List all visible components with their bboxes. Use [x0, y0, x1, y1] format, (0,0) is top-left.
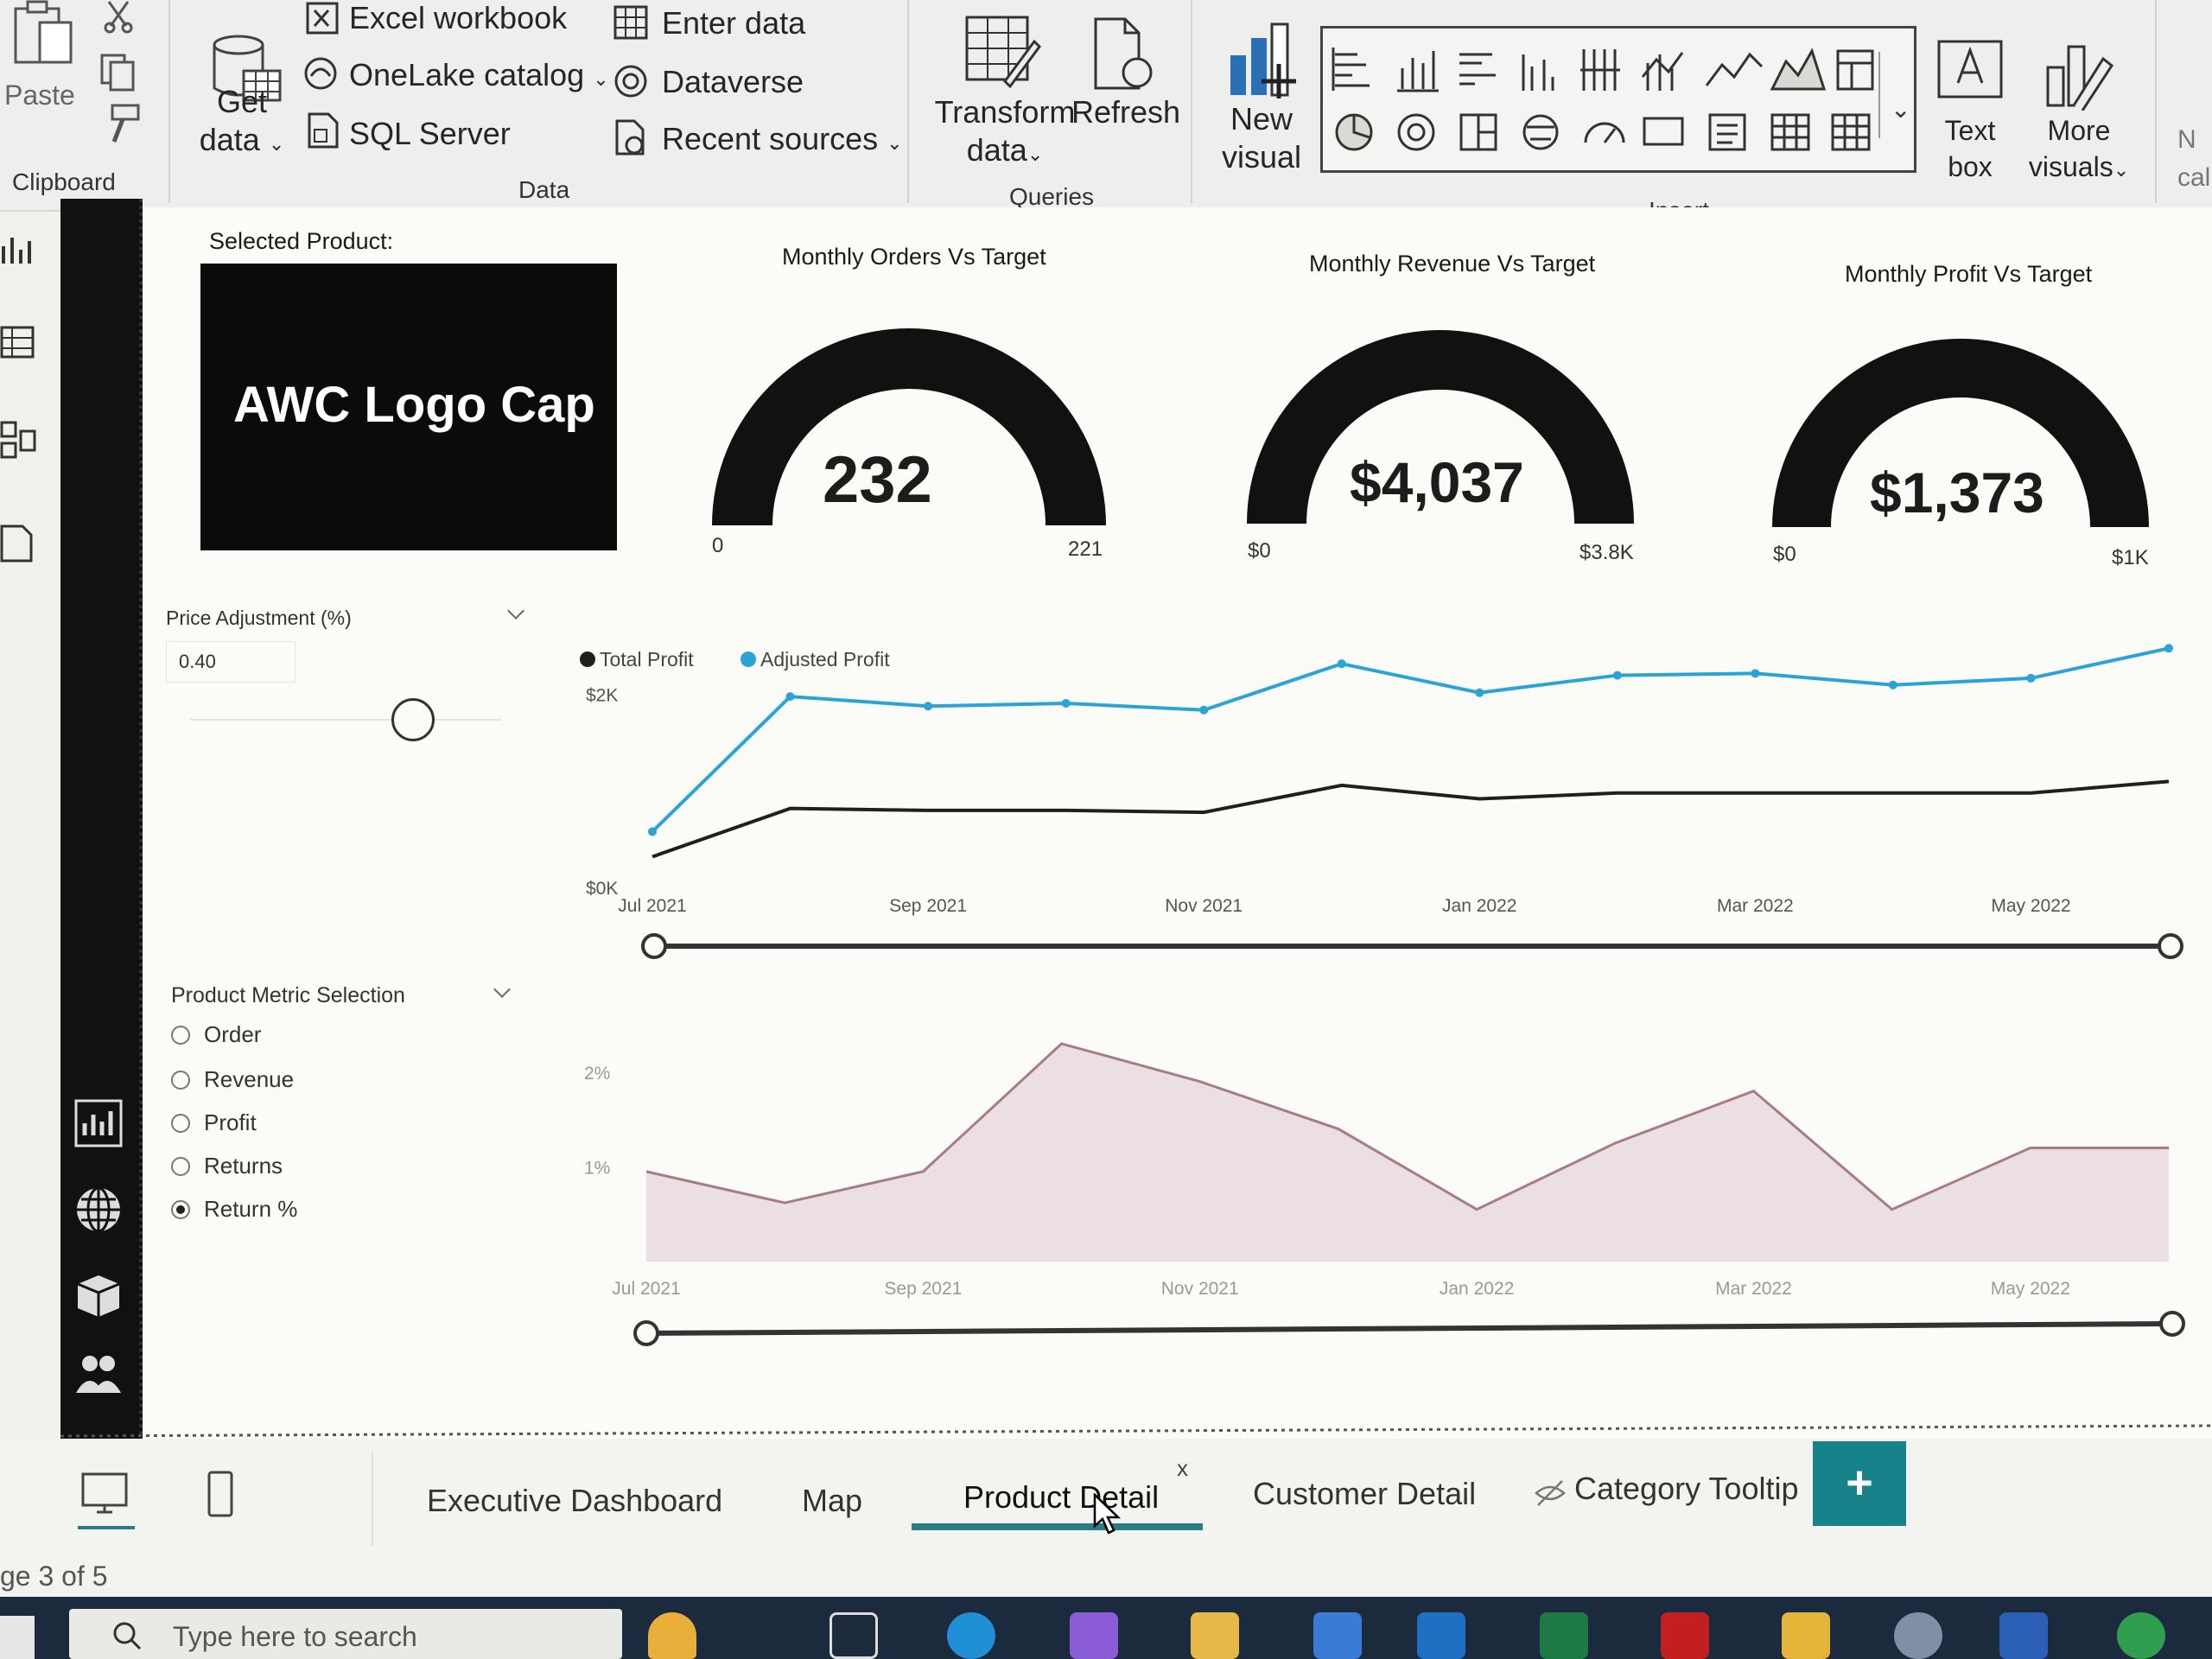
date-range-end-handle-1[interactable]: [2158, 933, 2183, 959]
data-point: [785, 692, 795, 702]
tab-map[interactable]: Map: [802, 1483, 862, 1519]
legend-label-0: Total Profit: [600, 648, 694, 671]
x-tick-label: Jul 2021: [612, 1279, 680, 1299]
data-point: [1612, 671, 1622, 680]
close-icon[interactable]: x: [1177, 1455, 1188, 1482]
legend-label-1: Adjusted Profit: [760, 648, 890, 671]
copilot-icon[interactable]: [1070, 1612, 1118, 1659]
power-bi-icon[interactable]: [1782, 1612, 1830, 1659]
x-tick-label: Nov 2021: [1161, 1279, 1239, 1299]
taskbar-search-box[interactable]: Type here to search: [69, 1609, 622, 1659]
tab-category-tooltip[interactable]: Category Tooltip: [1574, 1471, 1799, 1507]
excel-app-icon[interactable]: [1540, 1612, 1588, 1659]
data-point: [1199, 705, 1209, 715]
x-tick-label: Nov 2021: [1165, 896, 1243, 916]
outlook-icon[interactable]: [1417, 1612, 1465, 1659]
mouse-cursor-icon: [1093, 1492, 1128, 1538]
whatsapp-icon[interactable]: [2117, 1612, 2165, 1659]
desktop-layout-icon[interactable]: [78, 1469, 138, 1529]
x-tick-label: Sep 2021: [884, 1279, 962, 1299]
x-tick-label: Jan 2022: [1440, 1279, 1514, 1299]
data-point: [1337, 659, 1346, 669]
data-point: [1888, 680, 1897, 690]
data-point: [2164, 644, 2173, 653]
date-range-end-handle-2[interactable]: [2159, 1311, 2185, 1337]
date-range-track-2: [645, 1321, 2171, 1336]
y-tick-label: 1%: [584, 1158, 610, 1178]
start-icon[interactable]: [0, 1616, 35, 1659]
data-point: [1061, 698, 1071, 708]
add-page-button[interactable]: +: [1813, 1441, 1906, 1526]
data-point: [648, 827, 657, 836]
x-tick-label: May 2022: [1991, 1279, 2070, 1299]
y-tick-label: $2K: [586, 686, 618, 706]
hidden-page-icon: [1535, 1478, 1566, 1509]
date-range-start-handle-1[interactable]: [641, 933, 667, 959]
mobile-layout-icon[interactable]: [204, 1469, 238, 1521]
charts-layer: Total Profit Adjusted Profit $0K $2K Jul 202…: [60, 644, 2212, 1438]
series-line-0: [652, 779, 2170, 859]
tab-product-detail[interactable]: Product Detail: [963, 1479, 1159, 1516]
y-tick-label: 2%: [584, 1064, 610, 1084]
word-icon[interactable]: [1999, 1612, 2048, 1659]
store-icon[interactable]: [1313, 1612, 1362, 1659]
netflix-icon[interactable]: [1661, 1612, 1709, 1659]
weather-icon[interactable]: [648, 1612, 696, 1659]
x-tick-label: Mar 2022: [1717, 896, 1794, 916]
canvas-border: [60, 1424, 2212, 1438]
active-tab-indicator: [912, 1523, 1203, 1530]
file-explorer-icon[interactable]: [1191, 1612, 1239, 1659]
edge-icon[interactable]: [947, 1612, 995, 1659]
taskbar-search-placeholder: Type here to search: [173, 1621, 417, 1652]
data-point: [1751, 669, 1760, 678]
x-tick-label: Jul 2021: [618, 896, 686, 916]
x-tick-label: Mar 2022: [1715, 1279, 1792, 1299]
search-icon: [113, 1622, 142, 1650]
tabs-divider: [372, 1452, 373, 1547]
data-point: [2026, 673, 2036, 683]
tab-executive-dashboard[interactable]: Executive Dashboard: [427, 1483, 722, 1519]
x-tick-label: Sep 2021: [889, 896, 967, 916]
legend-marker-1: [741, 652, 756, 667]
task-view-icon[interactable]: [830, 1612, 878, 1659]
tab-customer-detail[interactable]: Customer Detail: [1253, 1476, 1476, 1512]
series-line-1: [651, 646, 2170, 833]
profile-avatar[interactable]: [1894, 1612, 1942, 1659]
date-range-start-handle-2[interactable]: [633, 1320, 659, 1346]
y-tick-label: $0K: [586, 879, 618, 899]
x-tick-label: May 2022: [1991, 896, 2070, 916]
x-tick-label: Jan 2022: [1442, 896, 1516, 916]
area-fill: [646, 1043, 2169, 1262]
data-point: [1475, 688, 1484, 697]
legend-marker-0: [580, 652, 595, 667]
page-count: ge 3 of 5: [0, 1560, 108, 1592]
data-point: [924, 702, 933, 711]
